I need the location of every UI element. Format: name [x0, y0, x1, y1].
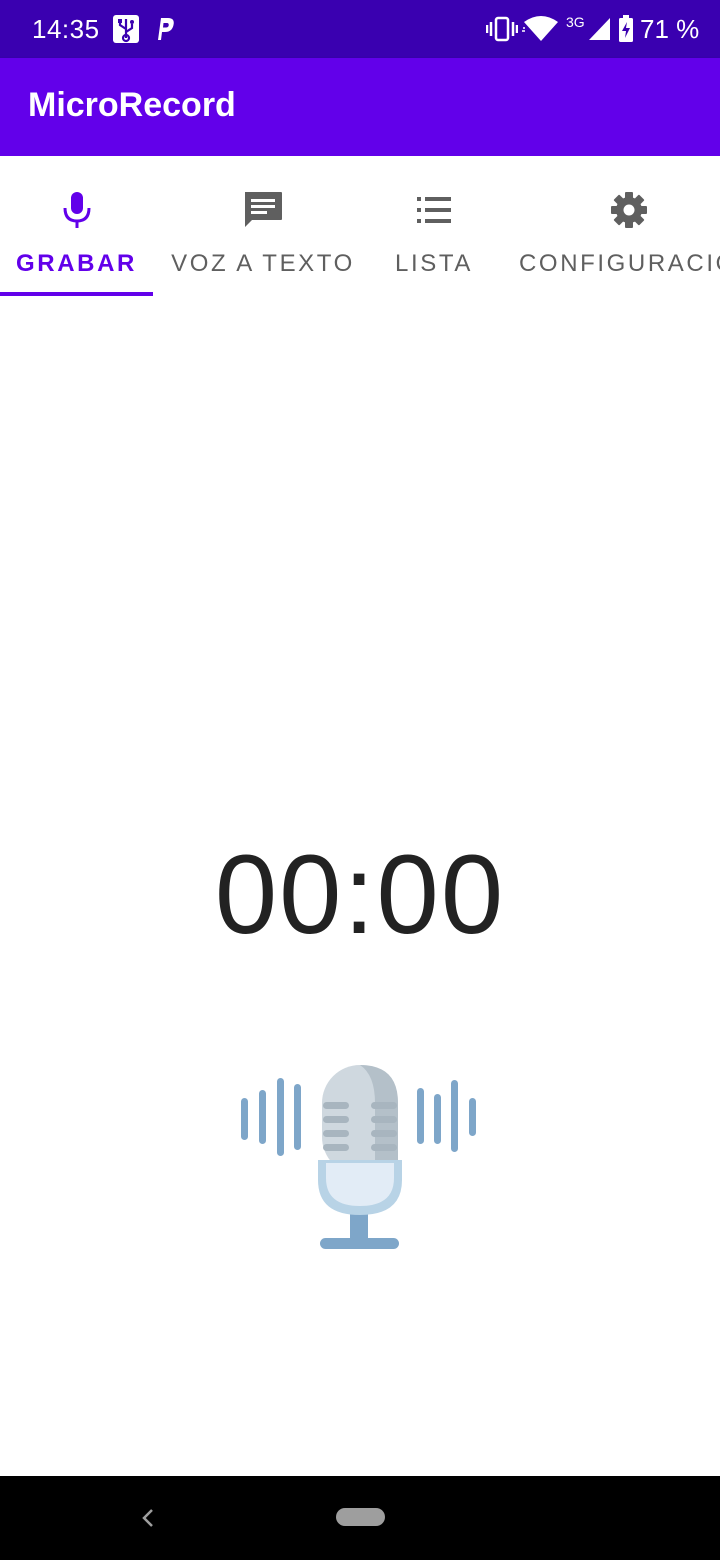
list-icon [410, 186, 458, 234]
tab-label: LISTA [395, 250, 473, 277]
app-title: MicroRecord [28, 86, 236, 124]
tab-indicator [0, 292, 153, 296]
home-button[interactable] [336, 1508, 385, 1526]
recording-timer: 00:00 [214, 832, 506, 957]
tab-lista[interactable]: LISTA [373, 156, 495, 296]
tab-configuracion[interactable]: CONFIGURACIÓ [518, 156, 720, 296]
vibrate-icon [485, 16, 519, 47]
usb-icon [112, 14, 140, 49]
tab-bar: GRABAR VOZ A TEXTO LISTA CONFIGURACIÓ [0, 156, 720, 296]
microphone-soundwave-icon[interactable] [230, 1060, 490, 1255]
back-icon[interactable] [134, 1498, 162, 1538]
tab-voz-a-texto[interactable]: VOZ A TEXTO [153, 156, 373, 296]
wifi-icon [522, 16, 560, 47]
parking-icon [154, 14, 176, 49]
tab-label: CONFIGURACIÓ [519, 250, 720, 277]
settings-icon [605, 186, 653, 234]
tab-label: VOZ A TEXTO [171, 250, 355, 277]
navigation-bar [0, 1476, 720, 1560]
signal-icon [588, 16, 612, 47]
status-bar: 14:35 3G 71 % [0, 0, 720, 58]
battery-charging-icon [618, 15, 634, 48]
battery-percent: 71 % [640, 14, 700, 44]
screen: 14:35 3G 71 % MicroRecord GRABAR VOZ A T… [0, 0, 720, 1560]
mic-icon [53, 186, 101, 234]
app-bar: MicroRecord [0, 58, 720, 156]
message-text-icon [239, 186, 287, 234]
tab-grabar[interactable]: GRABAR [0, 156, 153, 296]
status-time: 14:35 [32, 14, 100, 44]
tab-label: GRABAR [16, 250, 137, 277]
network-type-label: 3G [566, 14, 585, 30]
